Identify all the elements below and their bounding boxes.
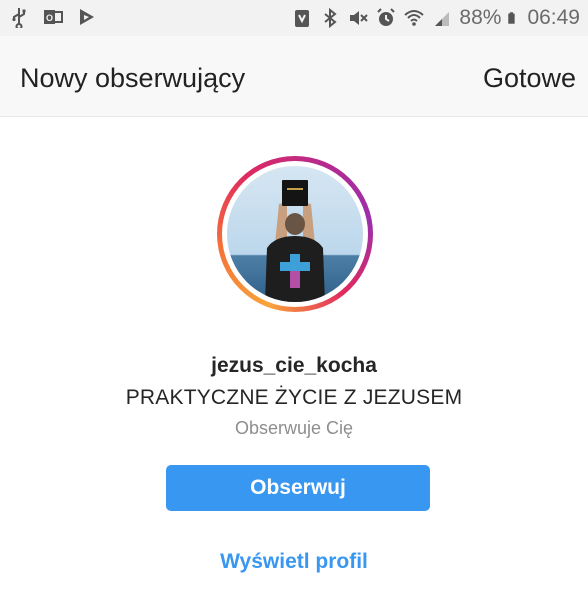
follow-status: Obserwuje Cię [234, 418, 354, 438]
outlook-icon: O [44, 10, 63, 24]
status-bar-right: 88% 06:49 [291, 6, 580, 30]
battery-icon [508, 12, 516, 24]
done-button[interactable]: Gotowe [483, 63, 576, 94]
avatar-border [222, 161, 368, 307]
username[interactable]: jezus_cie_kocha [0, 354, 588, 378]
alarm-icon [377, 8, 396, 26]
signal-icon [435, 12, 450, 26]
svg-text:O: O [46, 13, 53, 23]
battery-percent: 88% [459, 6, 502, 29]
status-bar-left: O [8, 6, 98, 28]
app-bar: Nowy obserwujący Gotowe [0, 36, 588, 117]
avatar [227, 166, 363, 302]
bluetooth-icon [324, 7, 338, 29]
page-title: Nowy obserwujący [20, 63, 246, 93]
nfc-icon [295, 10, 310, 27]
mute-icon [350, 11, 369, 25]
follow-button[interactable]: Obserwuj [166, 465, 430, 511]
play-store-icon [80, 9, 94, 25]
status-bar: O 88% 06:49 [0, 0, 588, 36]
usb-icon [12, 8, 26, 28]
clock: 06:49 [527, 6, 580, 29]
wifi-icon [404, 10, 425, 26]
avatar-story-ring[interactable] [217, 156, 373, 312]
full-name: PRAKTYCZNE ŻYCIE Z JEZUSEM [125, 386, 463, 409]
avatar-photo [227, 166, 363, 302]
view-profile-link[interactable]: Wyświetl profil [0, 550, 588, 574]
